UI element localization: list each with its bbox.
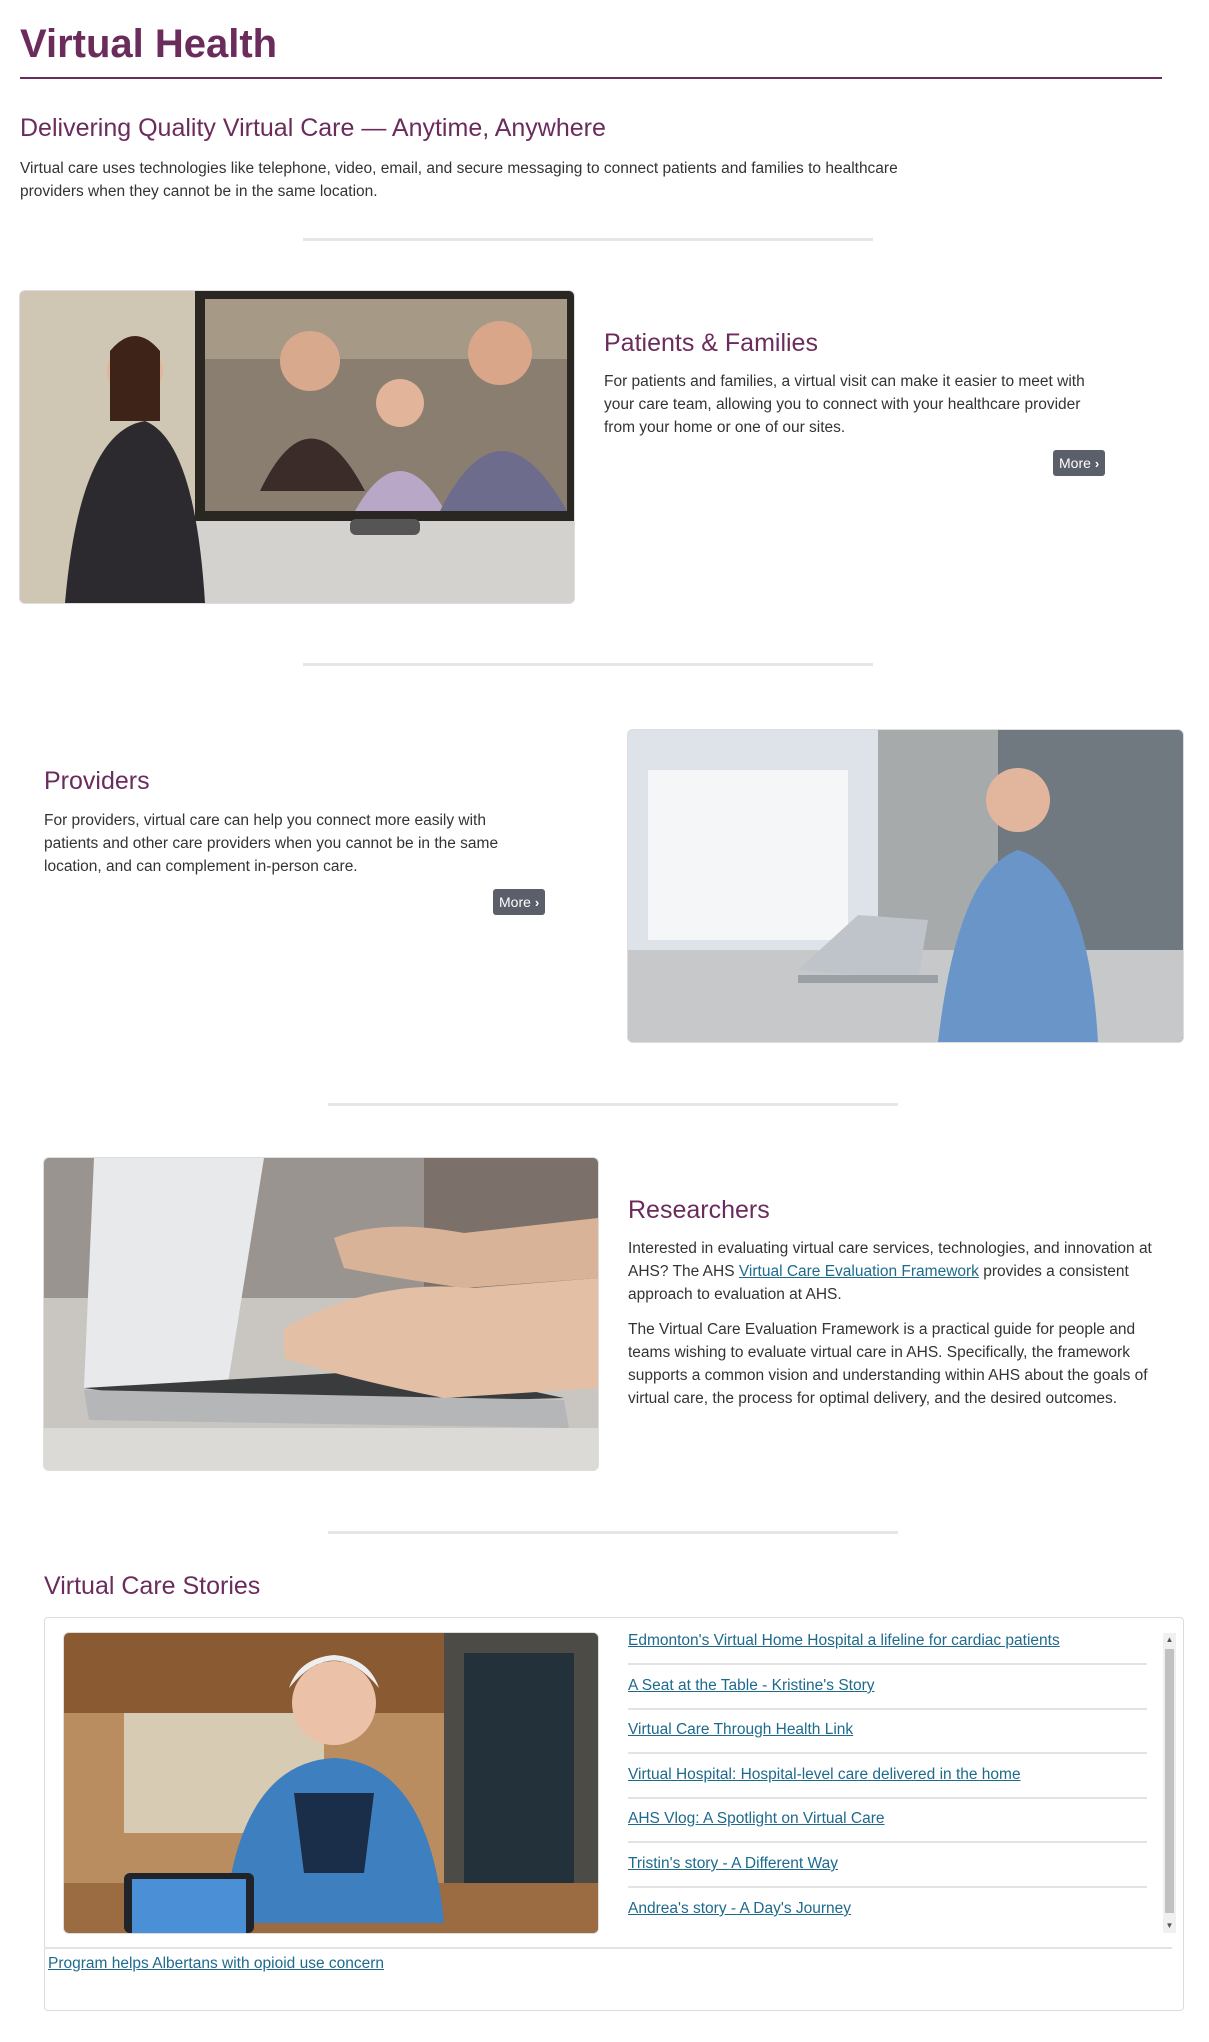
stories-photo xyxy=(64,1633,598,1933)
researchers-p1-text-post: provides a consistent xyxy=(978,1263,1129,1280)
intro-text-line-2: providers when they cannot be in the sam… xyxy=(20,183,378,200)
researchers-p1-line-2: AHS? The AHS Virtual Care Evaluation Fra… xyxy=(628,1260,1129,1283)
researchers-p2-line-3: supports a common vision and understandi… xyxy=(628,1367,1148,1384)
patients-families-photo xyxy=(20,291,574,603)
evaluation-framework-link[interactable]: Virtual Care Evaluation Framework xyxy=(739,1263,979,1280)
page-title: Virtual Health xyxy=(20,22,278,66)
story-link[interactable]: AHS Vlog: A Spotlight on Virtual Care xyxy=(628,1810,1148,1828)
researchers-p1-line-3: approach to evaluation at AHS. xyxy=(628,1286,842,1303)
researchers-p1-text-pre: AHS? The AHS xyxy=(628,1263,739,1280)
intro-text-line-1: Virtual care uses technologies like tele… xyxy=(20,160,898,177)
story-separator xyxy=(628,1663,1147,1665)
story-link[interactable]: Virtual Hospital: Hospital-level care de… xyxy=(628,1766,1148,1784)
section-divider xyxy=(303,238,873,241)
scroll-down-arrow-icon[interactable]: ▼ xyxy=(1163,1919,1176,1933)
researchers-p2-line-1: The Virtual Care Evaluation Framework is… xyxy=(628,1321,1136,1338)
providers-photo xyxy=(628,730,1183,1042)
stories-heading: Virtual Care Stories xyxy=(44,1572,261,1600)
section-divider xyxy=(303,663,873,666)
researchers-p1-line-1: Interested in evaluating virtual care se… xyxy=(628,1240,1152,1257)
researchers-p2-line-4: virtual care, the process for optimal de… xyxy=(628,1390,1118,1407)
providers-text-line-2: patients and other care providers when y… xyxy=(44,835,499,852)
story-link[interactable]: Edmonton's Virtual Home Hospital a lifel… xyxy=(628,1632,1148,1650)
patients-more-label: More xyxy=(1059,455,1091,471)
researchers-p2-line-2: teams wishing to evaluate virtual care i… xyxy=(628,1344,1130,1361)
intro-heading: Delivering Quality Virtual Care — Anytim… xyxy=(20,114,606,142)
providers-text-line-3: location, and can complement in-person c… xyxy=(44,858,358,875)
story-separator xyxy=(628,1708,1147,1710)
patients-text-line-1: For patients and families, a virtual vis… xyxy=(604,373,1085,390)
section-divider xyxy=(328,1531,898,1534)
story-separator xyxy=(628,1841,1147,1843)
story-link[interactable]: A Seat at the Table - Kristine's Story xyxy=(628,1677,1148,1695)
chevron-right-icon: › xyxy=(1094,455,1100,471)
extra-story-link[interactable]: Program helps Albertans with opioid use … xyxy=(48,1955,568,1973)
title-underline xyxy=(20,77,1162,79)
researchers-heading: Researchers xyxy=(628,1196,770,1224)
story-link[interactable]: Virtual Care Through Health Link xyxy=(628,1721,1148,1739)
scroll-up-arrow-icon[interactable]: ▲ xyxy=(1163,1633,1176,1647)
chevron-right-icon: › xyxy=(534,894,540,910)
patients-more-button[interactable]: More › xyxy=(1053,450,1106,476)
providers-more-label: More xyxy=(499,894,531,910)
providers-more-button[interactable]: More › xyxy=(493,889,546,915)
patients-heading: Patients & Families xyxy=(604,329,818,357)
stories-scrollbar[interactable]: ▲ ▼ xyxy=(1163,1633,1176,1933)
patients-text-line-3: from your home or one of our sites. xyxy=(604,419,846,436)
section-divider xyxy=(328,1103,898,1106)
patients-text-line-2: your care team, allowing you to connect … xyxy=(604,396,1081,413)
researchers-photo xyxy=(44,1158,598,1470)
story-link[interactable]: Tristin's story - A Different Way xyxy=(628,1855,1148,1873)
story-link[interactable]: Andrea's story - A Day's Journey xyxy=(628,1900,1148,1918)
story-separator xyxy=(628,1752,1147,1754)
stories-bottom-separator xyxy=(44,1947,1172,1949)
scrollbar-thumb[interactable] xyxy=(1165,1649,1174,1913)
providers-text-line-1: For providers, virtual care can help you… xyxy=(44,812,486,829)
story-separator xyxy=(628,1797,1147,1799)
providers-heading: Providers xyxy=(44,767,150,795)
story-separator xyxy=(628,1886,1147,1888)
